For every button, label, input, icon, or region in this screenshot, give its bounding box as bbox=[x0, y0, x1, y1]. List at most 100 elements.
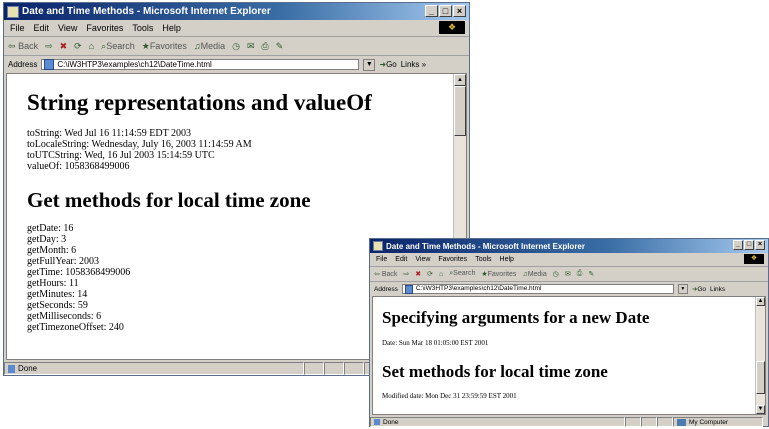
search-button[interactable]: ⌕Search bbox=[449, 270, 475, 278]
browser-window-secondary: Date and Time Methods - Microsoft Intern… bbox=[369, 238, 769, 429]
stop-icon[interactable]: ✖ bbox=[415, 270, 421, 278]
print-icon[interactable]: ⎙ bbox=[577, 270, 583, 278]
back-label: Back bbox=[18, 40, 39, 51]
status-text: Done bbox=[18, 364, 38, 373]
close-button[interactable]: × bbox=[755, 240, 765, 250]
ie-page-icon bbox=[7, 5, 19, 18]
address-input[interactable]: C:\iW3HTP3\examples\ch12\DateTime.html bbox=[41, 58, 360, 71]
get-date-line: getDate: 16 bbox=[27, 223, 74, 234]
address-dropdown-icon[interactable]: ▼ bbox=[677, 284, 688, 294]
media-button[interactable]: ♫Media bbox=[194, 41, 225, 51]
media-button[interactable]: ♫Media bbox=[522, 271, 546, 278]
status-cell bbox=[324, 362, 344, 375]
go-button[interactable]: ➜Go bbox=[692, 285, 706, 293]
menu-bar: File Edit View Favorites Tools Help ❖ bbox=[4, 20, 469, 37]
menu-edit[interactable]: Edit bbox=[395, 256, 407, 263]
back-button[interactable]: ⇦ Back bbox=[8, 41, 38, 52]
home-icon[interactable]: ⌂ bbox=[89, 41, 94, 51]
minimize-button[interactable]: _ bbox=[425, 5, 438, 17]
scroll-thumb[interactable] bbox=[756, 361, 765, 394]
windows-logo-icon: ❖ bbox=[439, 21, 465, 34]
go-label: Go bbox=[697, 286, 706, 293]
windows-logo-icon: ❖ bbox=[744, 254, 764, 264]
address-label: Address bbox=[374, 285, 398, 293]
status-cell bbox=[344, 362, 364, 375]
window-title: Date and Time Methods - Microsoft Intern… bbox=[386, 241, 585, 251]
print-icon[interactable]: ⎙ bbox=[262, 41, 269, 52]
status-bar: Done My Computer bbox=[370, 415, 768, 429]
toolbar: ⇦ Back ⇨ ✖ ⟳ ⌂ ⌕Search ★Favorites ♫Media… bbox=[4, 37, 469, 56]
menu-help[interactable]: Help bbox=[500, 256, 514, 263]
refresh-icon[interactable]: ⟳ bbox=[74, 41, 82, 52]
favorites-icon: ★ bbox=[141, 40, 150, 51]
favorites-button[interactable]: ★Favorites bbox=[481, 270, 516, 278]
back-label: Back bbox=[381, 271, 398, 278]
status-cell bbox=[657, 416, 673, 428]
to-utc-string-line: toUTCString: Wed, 16 Jul 2003 15:14:59 U… bbox=[27, 150, 215, 161]
heading-specifying-arguments: Specifying arguments for a new Date bbox=[382, 308, 650, 327]
menu-view[interactable]: View bbox=[415, 256, 430, 263]
back-button[interactable]: ⇦ Back bbox=[374, 270, 397, 278]
address-input[interactable]: C:\iW3HTP3\examples\ch12\DateTime.html bbox=[401, 284, 674, 294]
search-label: Search bbox=[106, 40, 135, 51]
status-zone-cell: My Computer bbox=[673, 416, 763, 428]
menu-edit[interactable]: Edit bbox=[34, 23, 50, 33]
scroll-thumb[interactable] bbox=[454, 86, 466, 136]
page-done-icon bbox=[8, 364, 15, 373]
links-button[interactable]: Links » bbox=[401, 60, 426, 69]
mail-icon[interactable]: ✉ bbox=[565, 270, 571, 278]
search-button[interactable]: ⌕Search bbox=[101, 41, 135, 52]
title-bar[interactable]: Date and Time Methods - Microsoft Intern… bbox=[370, 239, 768, 253]
modified-date-line: Modified date: Mon Dec 31 23:59:59 EST 2… bbox=[382, 392, 517, 400]
title-bar[interactable]: Date and Time Methods - Microsoft Intern… bbox=[4, 3, 469, 20]
edit-icon[interactable]: ✎ bbox=[276, 41, 284, 52]
scroll-down-icon[interactable]: ▼ bbox=[756, 405, 765, 414]
menu-bar: File Edit View Favorites Tools Help ❖ bbox=[370, 253, 768, 267]
value-of-line: valueOf: 1058368499006 bbox=[27, 161, 130, 172]
menu-tools[interactable]: Tools bbox=[475, 256, 491, 263]
scroll-up-icon[interactable]: ▲ bbox=[756, 297, 765, 306]
menu-help[interactable]: Help bbox=[162, 23, 181, 33]
history-icon[interactable]: ◷ bbox=[232, 41, 240, 52]
to-string-line: toString: Wed Jul 16 11:14:59 EDT 2003 bbox=[27, 128, 192, 139]
menu-favorites[interactable]: Favorites bbox=[438, 256, 467, 263]
home-icon[interactable]: ⌂ bbox=[439, 271, 443, 278]
to-locale-string-line: toLocaleString: Wednesday, July 16, 2003… bbox=[27, 139, 252, 150]
page-done-icon bbox=[374, 419, 380, 425]
menu-file[interactable]: File bbox=[376, 256, 387, 263]
stop-icon[interactable]: ✖ bbox=[60, 41, 68, 52]
history-icon[interactable]: ◷ bbox=[553, 270, 559, 278]
edit-icon[interactable]: ✎ bbox=[588, 270, 594, 278]
close-button[interactable]: × bbox=[453, 5, 466, 17]
favorites-label: Favorites bbox=[149, 40, 187, 51]
page-icon bbox=[404, 284, 413, 294]
maximize-button[interactable]: □ bbox=[744, 240, 754, 250]
forward-arrow-icon[interactable]: ⇨ bbox=[45, 41, 53, 52]
links-button[interactable]: Links bbox=[710, 286, 725, 293]
scroll-up-icon[interactable]: ▲ bbox=[454, 74, 466, 86]
my-computer-icon bbox=[677, 418, 686, 426]
address-dropdown-icon[interactable]: ▼ bbox=[363, 58, 376, 71]
page-icon bbox=[44, 59, 55, 70]
minimize-button[interactable]: _ bbox=[733, 240, 743, 250]
favorites-button[interactable]: ★Favorites bbox=[142, 41, 187, 52]
ie-page-icon bbox=[373, 241, 383, 251]
zone-label: My Computer bbox=[689, 418, 729, 426]
status-cell bbox=[625, 416, 641, 428]
go-label: Go bbox=[386, 60, 397, 69]
menu-view[interactable]: View bbox=[58, 23, 77, 33]
address-bar: Address C:\iW3HTP3\examples\ch12\DateTim… bbox=[370, 282, 768, 296]
go-button[interactable]: ➜Go bbox=[379, 60, 396, 69]
forward-arrow-icon[interactable]: ⇨ bbox=[403, 270, 409, 278]
vertical-scrollbar[interactable]: ▲ ▼ bbox=[755, 297, 765, 414]
refresh-icon[interactable]: ⟳ bbox=[427, 270, 433, 278]
favorites-label: Favorites bbox=[487, 271, 517, 278]
menu-favorites[interactable]: Favorites bbox=[86, 23, 123, 33]
status-text: Done bbox=[383, 418, 399, 426]
search-label: Search bbox=[453, 270, 476, 277]
mail-icon[interactable]: ✉ bbox=[247, 41, 255, 52]
maximize-button[interactable]: □ bbox=[439, 5, 452, 17]
back-arrow-icon: ⇦ bbox=[374, 271, 380, 278]
menu-tools[interactable]: Tools bbox=[132, 23, 153, 33]
menu-file[interactable]: File bbox=[10, 23, 25, 33]
